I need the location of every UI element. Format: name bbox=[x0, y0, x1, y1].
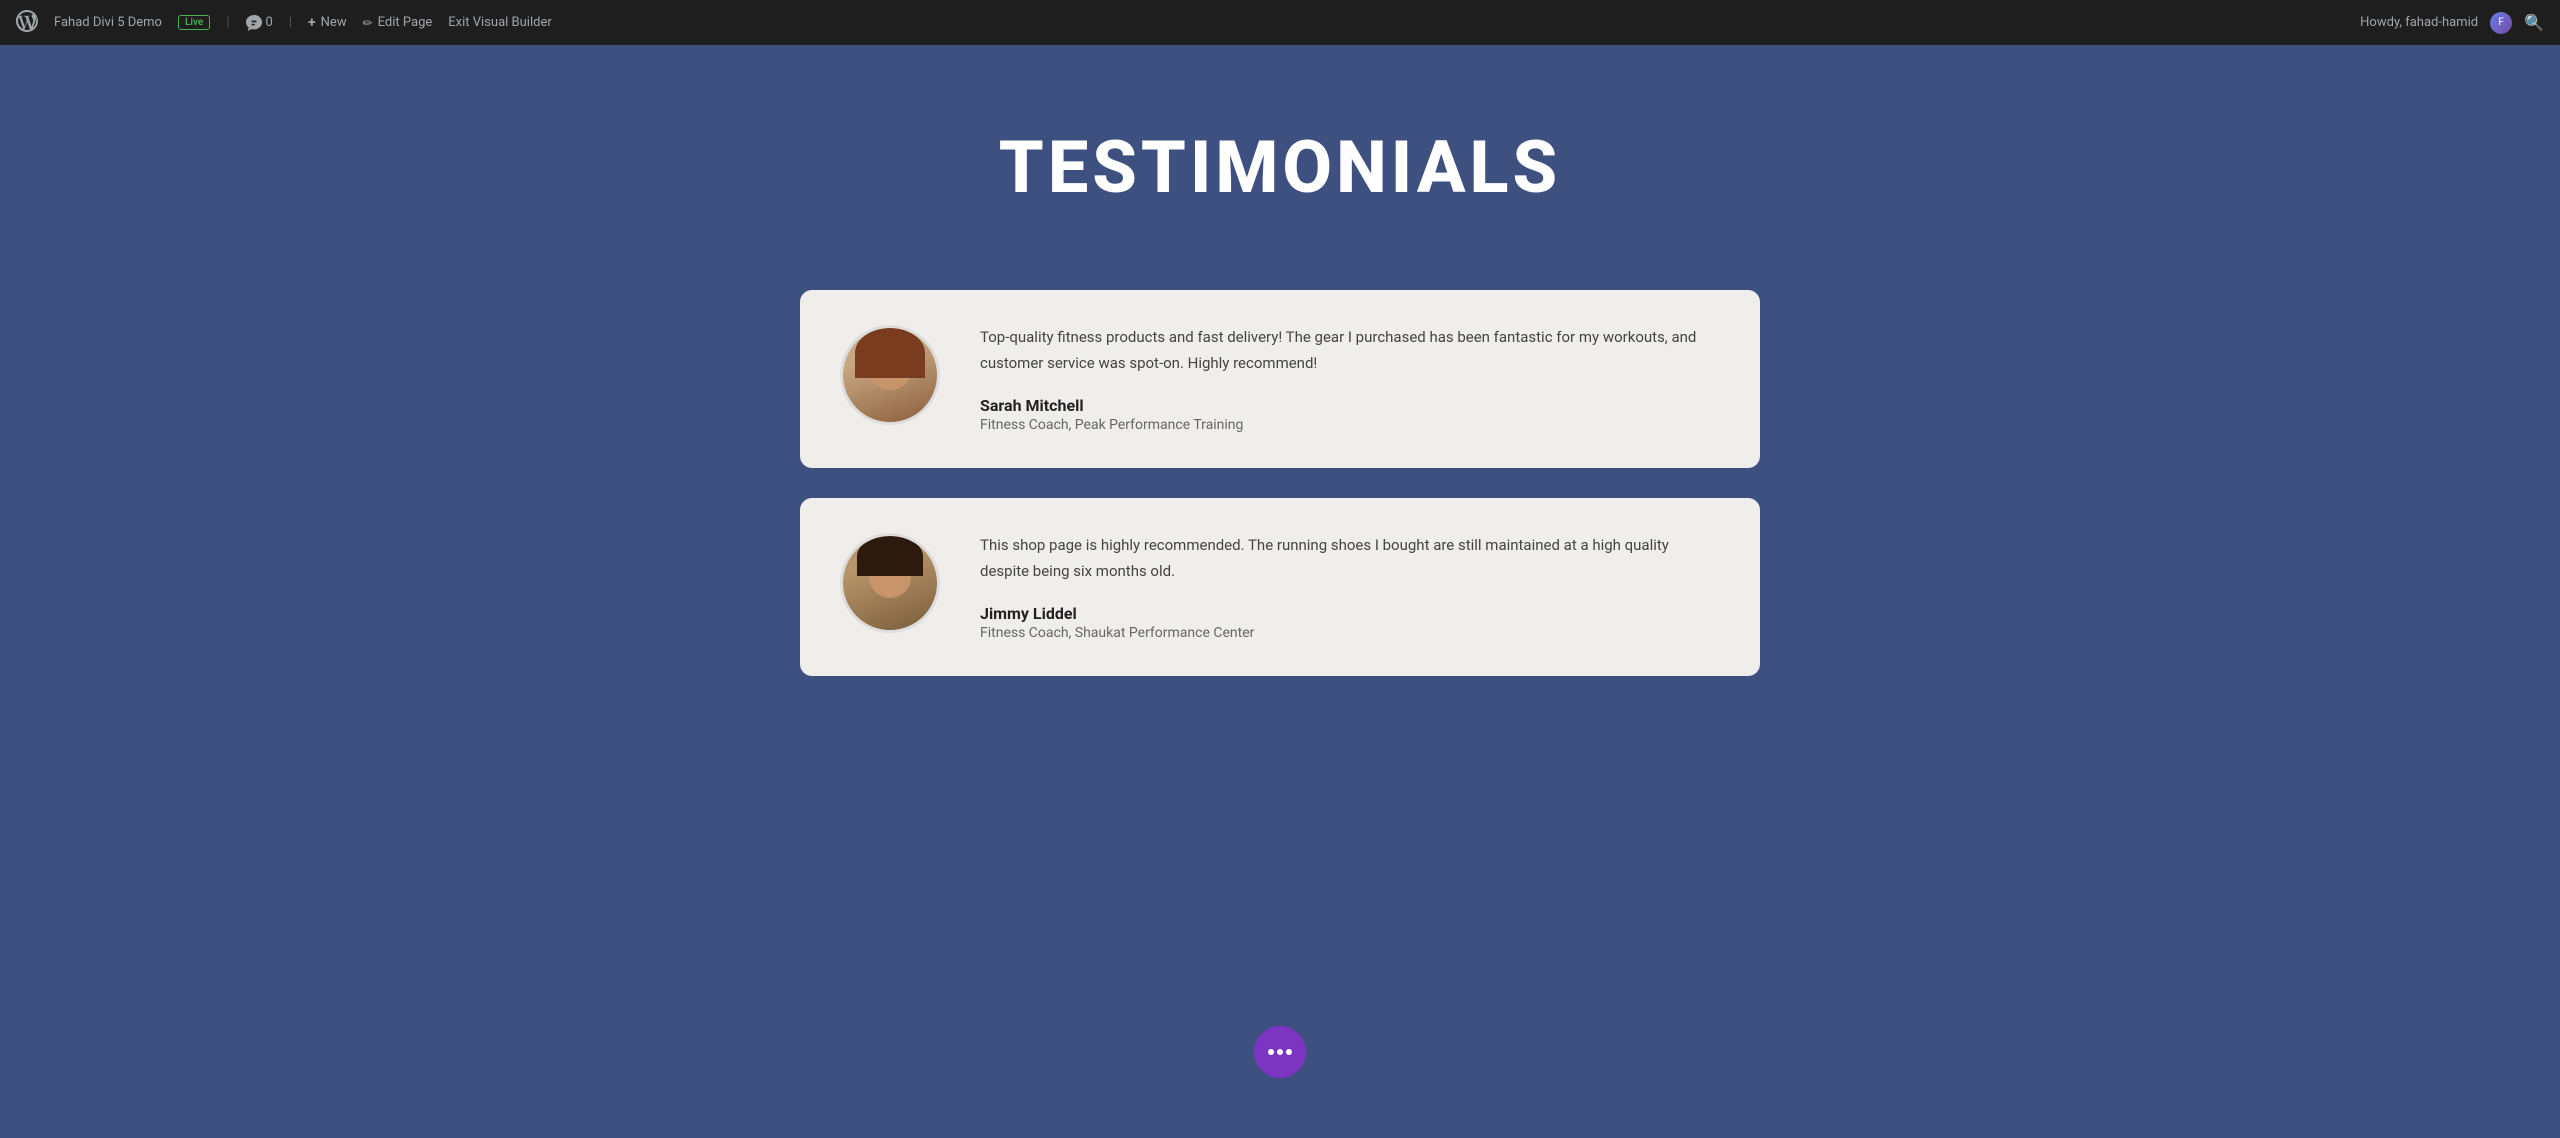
new-link[interactable]: + New bbox=[308, 15, 347, 31]
admin-bar-left: Fahad Divi 5 Demo Live | 0 | + New ✏ Edi… bbox=[16, 10, 2340, 36]
edit-page-link[interactable]: ✏ Edit Page bbox=[363, 15, 433, 30]
new-label: New bbox=[321, 15, 347, 30]
testimonial-name: Jimmy Liddel bbox=[980, 604, 1720, 623]
dot-2 bbox=[1277, 1049, 1283, 1055]
user-avatar[interactable]: F bbox=[2490, 12, 2512, 34]
admin-bar-right: Howdy, fahad-hamid F 🔍 bbox=[2360, 12, 2544, 34]
page-content: TESTIMONIALS Top-quality fitness product… bbox=[0, 0, 2560, 1138]
page-hero: TESTIMONIALS bbox=[0, 45, 2560, 270]
testimonial-card: This shop page is highly recommended. Th… bbox=[800, 498, 1760, 676]
comments-link[interactable]: 0 bbox=[246, 15, 273, 31]
floating-action-button[interactable] bbox=[1254, 1026, 1306, 1078]
testimonial-body: Top-quality fitness products and fast de… bbox=[980, 325, 1720, 433]
edit-page-label: Edit Page bbox=[378, 15, 433, 30]
live-badge: Live bbox=[178, 15, 210, 30]
page-title: TESTIMONIALS bbox=[20, 125, 2540, 210]
plus-icon: + bbox=[308, 15, 316, 31]
exit-visual-builder-link[interactable]: Exit Visual Builder bbox=[448, 15, 551, 30]
admin-bar: Fahad Divi 5 Demo Live | 0 | + New ✏ Edi… bbox=[0, 0, 2560, 45]
testimonial-text: This shop page is highly recommended. Th… bbox=[980, 533, 1720, 584]
avatar bbox=[840, 325, 940, 425]
testimonials-container: Top-quality fitness products and fast de… bbox=[640, 270, 1920, 756]
pencil-icon: ✏ bbox=[363, 16, 373, 30]
testimonial-name: Sarah Mitchell bbox=[980, 396, 1720, 415]
dot-3 bbox=[1286, 1049, 1292, 1055]
search-icon[interactable]: 🔍 bbox=[2524, 13, 2544, 32]
testimonial-text: Top-quality fitness products and fast de… bbox=[980, 325, 1720, 376]
testimonial-card: Top-quality fitness products and fast de… bbox=[800, 290, 1760, 468]
testimonial-role: Fitness Coach, Peak Performance Training bbox=[980, 417, 1720, 433]
dot-1 bbox=[1268, 1049, 1274, 1055]
testimonial-body: This shop page is highly recommended. Th… bbox=[980, 533, 1720, 641]
avatar bbox=[840, 533, 940, 633]
testimonial-role: Fitness Coach, Shaukat Performance Cente… bbox=[980, 625, 1720, 641]
exit-vb-label: Exit Visual Builder bbox=[448, 15, 551, 30]
howdy-text: Howdy, fahad-hamid bbox=[2360, 15, 2478, 30]
comments-count: 0 bbox=[266, 15, 273, 30]
separator-1: | bbox=[226, 15, 229, 30]
wp-logo-icon[interactable] bbox=[16, 10, 38, 36]
separator-2: | bbox=[289, 15, 292, 30]
site-name[interactable]: Fahad Divi 5 Demo bbox=[54, 15, 162, 30]
